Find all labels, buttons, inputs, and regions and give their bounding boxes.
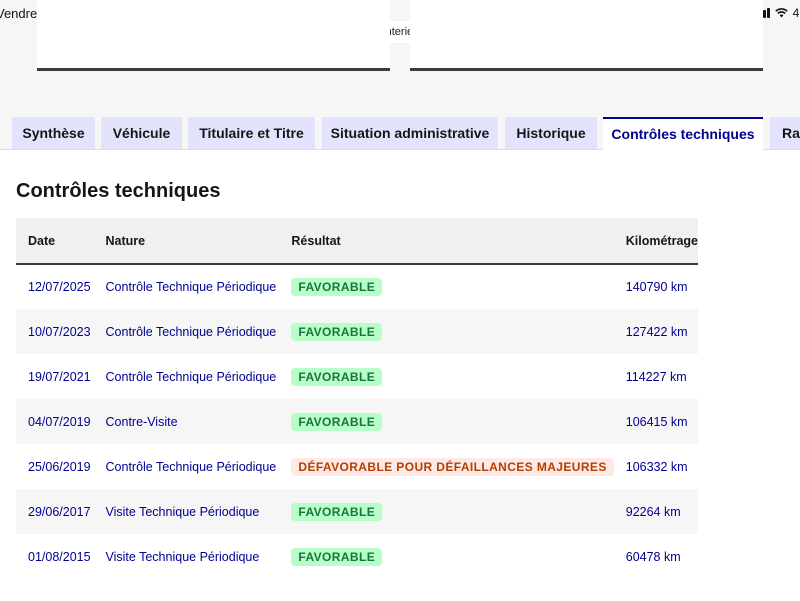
table-row: 04/07/2019 Contre-Visite FAVORABLE 10641…: [16, 399, 698, 444]
table-row: 25/06/2019 Contrôle Technique Périodique…: [16, 444, 698, 489]
cell-date: 29/06/2017: [28, 504, 91, 519]
cell-date: 25/06/2019: [28, 459, 91, 474]
tab-titulaire-et-titre[interactable]: Titulaire et Titre: [188, 117, 315, 150]
cell-mileage: 106415 km: [625, 414, 688, 429]
cell-date: 12/07/2025: [28, 280, 91, 294]
wifi-icon: [774, 8, 788, 18]
cell-nature: Contrôle Technique Périodique: [105, 369, 277, 384]
tab-vehicule[interactable]: Véhicule: [101, 117, 182, 150]
tab-synthese[interactable]: Synthèse: [12, 117, 95, 150]
result-badge: DÉFAVORABLE POUR DÉFAILLANCES MAJEURES: [291, 457, 614, 476]
result-badge: FAVORABLE: [291, 322, 383, 341]
table-row: 10/07/2023 Contrôle Technique Périodique…: [16, 309, 698, 354]
result-badge: FAVORABLE: [291, 502, 383, 521]
battery-level: 46: [792, 6, 800, 20]
result-badge: FAVORABLE: [291, 412, 383, 431]
tab-rapport[interactable]: Rap: [770, 117, 800, 150]
info-card-right: [410, 0, 763, 71]
cell-result: FAVORABLE: [279, 354, 613, 399]
tab-situation-administrative[interactable]: Situation administrative: [322, 117, 498, 150]
cell-result: FAVORABLE: [279, 309, 613, 354]
cell-result: FAVORABLE: [279, 534, 613, 579]
cell-mileage: 92264 km: [625, 504, 681, 519]
cell-date: 19/07/2021: [28, 369, 91, 384]
cell-mileage: 60478 km: [625, 549, 681, 564]
tab-panel-controles-techniques: Contrôles techniques Date Nature Résulta…: [0, 149, 800, 601]
result-badge: FAVORABLE: [291, 367, 383, 386]
result-badge: FAVORABLE: [291, 547, 383, 566]
cell-nature: Visite Technique Périodique: [105, 504, 260, 519]
result-badge: FAVORABLE: [291, 278, 383, 296]
table-row: 19/07/2021 Contrôle Technique Périodique…: [16, 354, 698, 399]
header-mileage: Kilométrage: [625, 233, 698, 248]
cell-date: 01/08/2015: [28, 549, 91, 564]
header-result: Résultat: [291, 233, 341, 248]
cell-result: FAVORABLE: [279, 264, 613, 309]
cell-nature: Contrôle Technique Périodique: [105, 459, 277, 474]
cell-nature: Visite Technique Périodique: [105, 549, 260, 564]
table-row: 12/07/2025 Contrôle Technique Périodique…: [16, 264, 698, 309]
cell-mileage: 127422 km: [625, 324, 688, 339]
cell-nature: Contrôle Technique Périodique: [105, 280, 277, 294]
tab-historique[interactable]: Historique: [505, 117, 597, 150]
section-title: Contrôles techniques: [16, 180, 221, 202]
cell-mileage: 106332 km: [625, 459, 688, 474]
cell-nature: Contre-Visite: [105, 414, 178, 429]
controles-table: Date Nature Résultat Kilométrage 12/07/2…: [16, 218, 698, 579]
cell-date: 04/07/2019: [28, 414, 91, 429]
tab-controles-techniques[interactable]: Contrôles techniques: [603, 117, 763, 151]
cell-mileage: 114227 km: [625, 369, 687, 384]
header-date: Date: [28, 233, 56, 248]
cell-result: FAVORABLE: [279, 399, 613, 444]
table-row: 29/06/2017 Visite Technique Périodique F…: [16, 489, 698, 534]
cell-date: 10/07/2023: [28, 324, 91, 339]
info-card-left: [37, 0, 390, 71]
cell-nature: Contrôle Technique Périodique: [105, 324, 277, 339]
table-row: 01/08/2015 Visite Technique Périodique F…: [16, 534, 698, 579]
header-nature: Nature: [105, 233, 146, 248]
table-header-row: Date Nature Résultat Kilométrage: [16, 218, 698, 264]
cell-result: FAVORABLE: [279, 489, 613, 534]
cell-result: DÉFAVORABLE POUR DÉFAILLANCES MAJEURES: [279, 444, 614, 489]
cell-mileage: 140790 km: [625, 280, 688, 294]
